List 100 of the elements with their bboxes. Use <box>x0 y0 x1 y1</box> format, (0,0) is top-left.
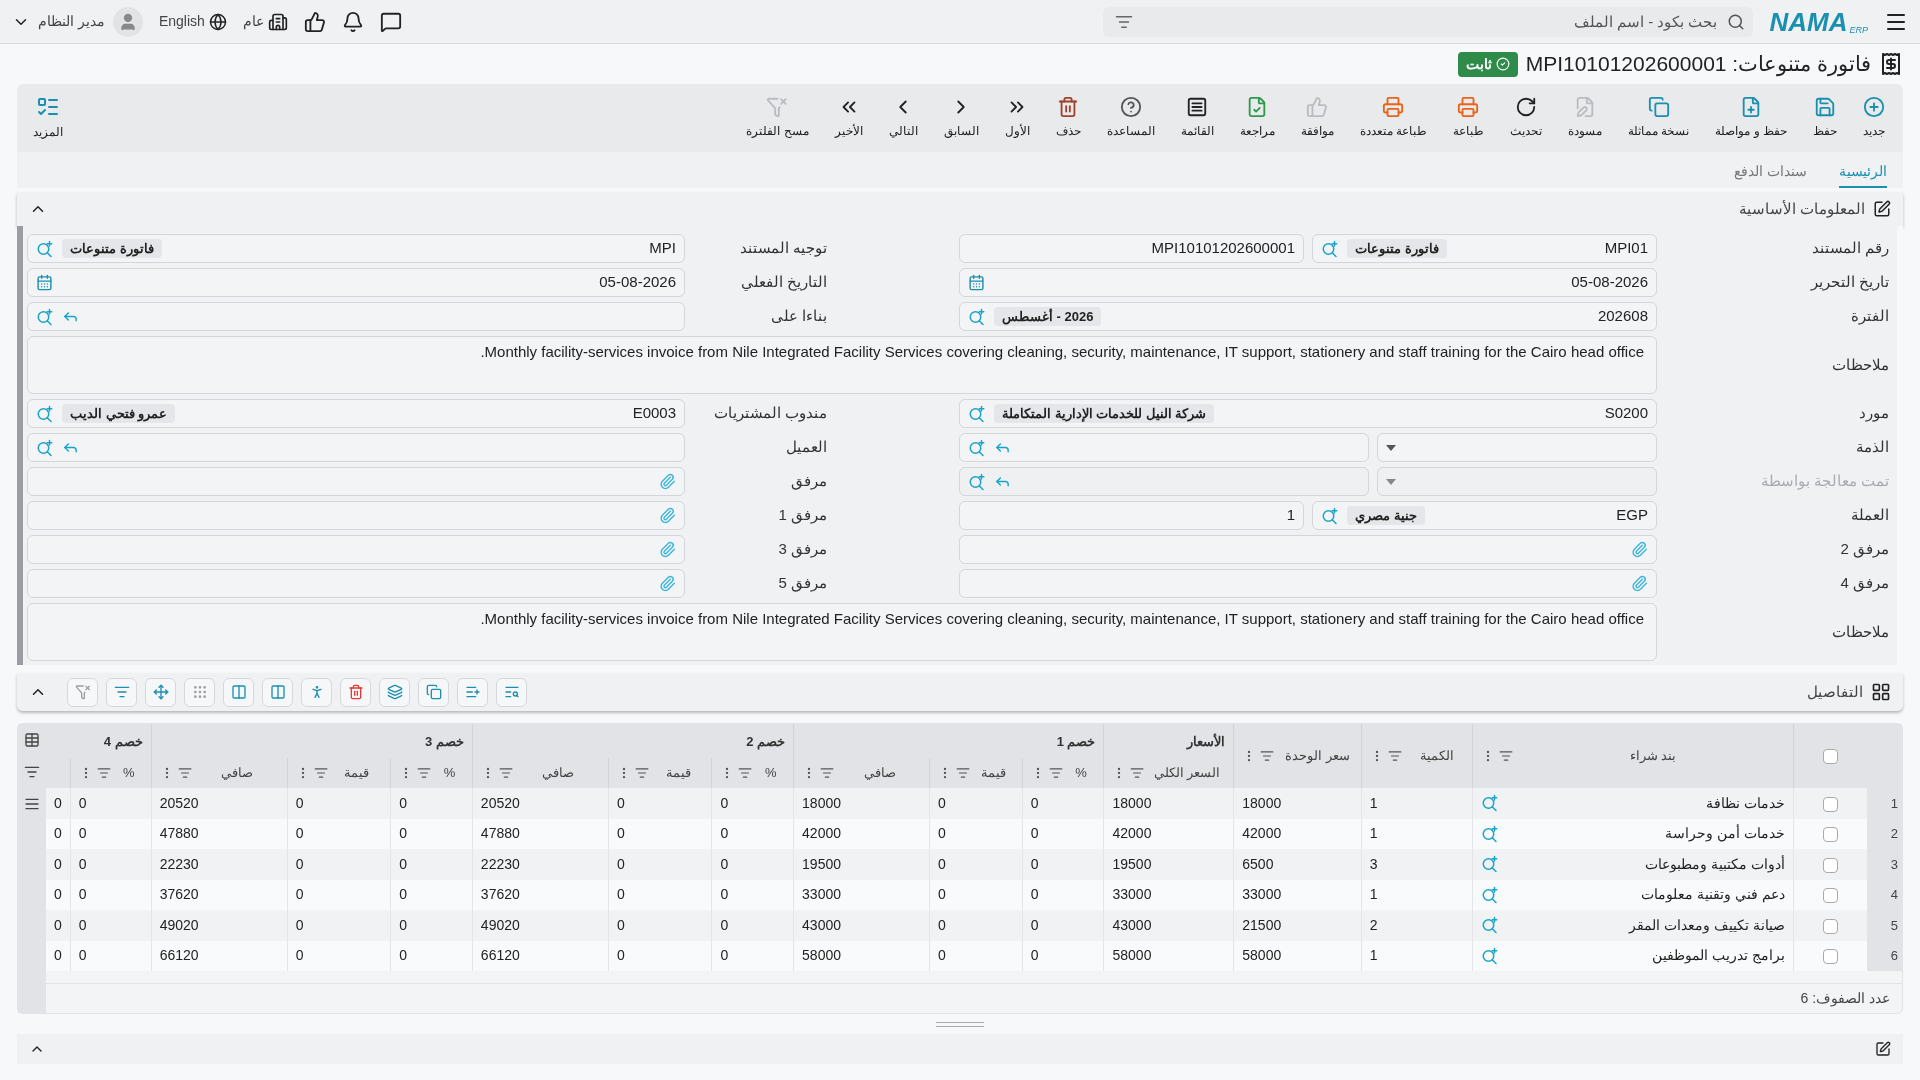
filter-icon[interactable] <box>1499 749 1514 763</box>
input-field[interactable]: 1 <box>959 501 1304 530</box>
column-header[interactable]: السعر الكلي <box>1148 763 1226 783</box>
paperclip-icon[interactable] <box>659 473 676 490</box>
column-header[interactable]: بند شراء <box>1521 746 1786 766</box>
toolbar-button[interactable]: الأخير <box>824 92 873 144</box>
toolbar-button[interactable]: الأول <box>994 92 1040 144</box>
thumbs-up-icon[interactable] <box>303 10 326 33</box>
checkbox[interactable] <box>1823 796 1839 812</box>
checkbox[interactable] <box>1823 949 1839 965</box>
search-plus-icon[interactable] <box>968 404 986 423</box>
checkbox[interactable] <box>1823 857 1839 873</box>
column-header[interactable]: % <box>1066 763 1096 783</box>
column-header[interactable]: صافي <box>838 763 922 783</box>
filter-icon[interactable] <box>498 766 513 780</box>
toolbar-button[interactable]: تحديث <box>1500 92 1552 144</box>
globe-icon[interactable] <box>208 12 227 31</box>
edit-icon[interactable] <box>1875 1041 1891 1057</box>
table-icon[interactable] <box>24 732 40 748</box>
paperclip-icon[interactable] <box>659 507 676 524</box>
notes-field[interactable]: Monthly facility-services invoice from Nile Integrated Facility Services covering cleaning, security, maintenance, IT support, stationery and staff training for the Cairo head office. <box>27 336 1657 394</box>
search-plus-icon[interactable] <box>36 239 54 258</box>
paperclip-icon[interactable] <box>659 575 676 592</box>
bell-icon[interactable] <box>341 10 364 33</box>
filter-icon[interactable] <box>313 766 328 780</box>
search-plus-icon[interactable] <box>36 307 54 326</box>
chat-icon[interactable] <box>379 10 402 33</box>
column-header[interactable]: صافي <box>516 763 600 783</box>
user-name[interactable]: مدير النظام <box>38 11 105 32</box>
filter-button[interactable] <box>106 677 137 707</box>
column-header[interactable]: قيمة <box>652 763 704 783</box>
tab[interactable]: سندات الدفع <box>1734 161 1807 188</box>
input-field[interactable]: MPI10101202600001 <box>959 234 1304 263</box>
filter-icon[interactable] <box>1130 766 1145 780</box>
input-field[interactable] <box>27 501 685 530</box>
checkbox[interactable] <box>1823 918 1839 934</box>
search-plus-icon[interactable] <box>1481 855 1500 874</box>
input-field[interactable] <box>27 302 685 331</box>
input-field[interactable] <box>959 433 1370 462</box>
toolbar-button[interactable]: موافقة <box>1290 92 1344 144</box>
filter-icon[interactable] <box>177 766 192 780</box>
calendar-icon[interactable] <box>968 274 985 291</box>
copy-button[interactable] <box>418 677 449 707</box>
column-header[interactable]: قيمة <box>974 763 1014 783</box>
search-plus-icon[interactable] <box>968 307 986 326</box>
toolbar-button[interactable]: مراجعة <box>1229 92 1285 144</box>
company-label[interactable]: عام <box>242 11 264 32</box>
more-button[interactable]: المزيد <box>25 95 71 141</box>
search-plus-icon[interactable] <box>36 404 54 423</box>
resize-handle[interactable] <box>936 1021 984 1027</box>
column-header[interactable]: % <box>756 763 786 783</box>
columns-button[interactable] <box>262 677 293 707</box>
checkbox[interactable] <box>1823 749 1839 765</box>
input-field[interactable] <box>27 433 685 462</box>
column-header[interactable]: الكمية <box>1409 746 1465 766</box>
toolbar-button[interactable]: طباعة متعددة <box>1349 92 1437 144</box>
calendar-icon[interactable] <box>36 274 53 291</box>
toolbar-button[interactable]: مسودة <box>1558 92 1612 144</box>
toolbar-button[interactable]: طباعة <box>1443 92 1494 144</box>
filter-icon[interactable] <box>417 766 432 780</box>
filter-clear-button[interactable] <box>67 677 98 707</box>
filter-icon[interactable] <box>1260 749 1275 763</box>
search-plus-icon[interactable] <box>1321 506 1339 525</box>
language-link[interactable]: English <box>158 11 205 32</box>
input-field[interactable]: 05-08-2026 <box>27 268 685 297</box>
toolbar-button[interactable]: التالي <box>878 92 928 144</box>
column-header[interactable]: % <box>114 763 143 783</box>
add-row-button[interactable] <box>457 677 488 707</box>
toolbar-button[interactable]: حفظ و مواصلة <box>1705 92 1797 144</box>
filter-icon[interactable] <box>1048 766 1063 780</box>
filter-icon[interactable] <box>738 766 753 780</box>
notes-field[interactable]: Monthly facility-services invoice from Nile Integrated Facility Services covering cleaning, security, maintenance, IT support, stationery and staff training for the Cairo head office. <box>27 603 1657 661</box>
filter-icon[interactable] <box>820 766 835 780</box>
toolbar-button[interactable]: السابق <box>933 92 989 144</box>
input-field[interactable] <box>959 535 1657 564</box>
toolbar-button[interactable]: نسخة مماثلة <box>1618 92 1700 144</box>
toolbar-button[interactable]: المساعدة <box>1096 92 1165 144</box>
columns-button[interactable] <box>223 677 254 707</box>
trash-button[interactable] <box>340 677 371 707</box>
search-plus-icon[interactable] <box>1481 885 1500 904</box>
input-field[interactable] <box>27 467 685 496</box>
input-field[interactable]: 05-08-2026 <box>959 268 1657 297</box>
search-plus-icon[interactable] <box>1481 946 1500 965</box>
input-field[interactable] <box>1377 433 1657 462</box>
column-header[interactable]: % <box>435 763 464 783</box>
checkbox[interactable] <box>1823 827 1839 843</box>
toolbar-button[interactable]: القائمة <box>1170 92 1224 144</box>
search-plus-icon[interactable] <box>36 438 54 457</box>
column-header[interactable]: قيمة <box>331 763 383 783</box>
toolbar-button[interactable]: جديد <box>1853 92 1895 144</box>
menu-icon[interactable] <box>24 796 40 812</box>
search-plus-icon[interactable] <box>968 438 986 457</box>
search-plus-icon[interactable] <box>1481 916 1500 935</box>
search-field[interactable]: بحث بكود - اسم الملف <box>1103 6 1754 37</box>
search-list-button[interactable] <box>496 677 527 707</box>
search-plus-icon[interactable] <box>1321 239 1339 258</box>
input-field[interactable] <box>27 569 685 598</box>
filter-icon[interactable] <box>24 764 40 780</box>
dropdown-caret-icon[interactable] <box>1386 444 1397 451</box>
filter-icon[interactable] <box>1387 749 1402 763</box>
